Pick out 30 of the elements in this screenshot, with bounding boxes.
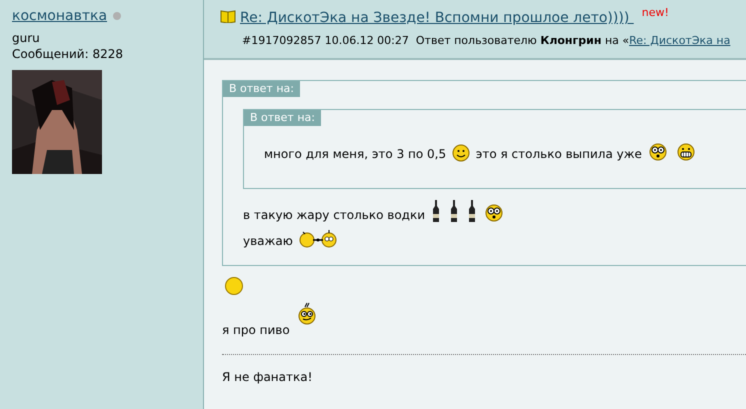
smiley-icon	[296, 302, 318, 326]
post-date: 10.06.12 00:27	[324, 34, 409, 47]
reply-username: Клонгрин	[540, 34, 602, 47]
shocked-smiley-icon	[484, 203, 504, 223]
bottle-icon	[466, 199, 477, 223]
quote-label: В ответ на:	[223, 81, 300, 97]
reply-on: на «	[604, 34, 630, 47]
smileys-clinking-icon	[298, 229, 337, 249]
message-text: уважаю	[243, 234, 293, 248]
new-label: new!	[642, 6, 669, 19]
grin-icon	[676, 142, 696, 162]
message-text: это я столько выпила уже	[476, 147, 642, 161]
post-number: #1917092857	[242, 34, 322, 47]
ball-icon	[224, 276, 244, 296]
post-count: Сообщений: 8228	[12, 46, 124, 62]
bottle-icon	[448, 199, 459, 223]
user-rank: guru	[12, 30, 41, 46]
message-text: много для меня, это 3 по 0,5	[264, 147, 446, 161]
reply-post-link[interactable]: Re: ДискотЭка на	[629, 34, 730, 47]
reply-prefix: Ответ пользователю	[416, 34, 537, 47]
message-text: в такую жару столько водки	[243, 208, 426, 222]
author-name-link[interactable]: космонавтка	[12, 8, 108, 24]
bottle-icon	[430, 199, 441, 223]
quote-label: В ответ на:	[244, 110, 321, 126]
book-icon	[220, 9, 236, 23]
message-text: Я не фанатка!	[222, 370, 312, 384]
message-text: я про пиво	[222, 323, 290, 337]
post-title-link[interactable]: Re: ДискотЭка на Звезде! Вспомни прошлое лето))))	[240, 10, 634, 26]
smile-icon	[452, 144, 470, 162]
shocked-smiley-icon	[648, 142, 668, 162]
